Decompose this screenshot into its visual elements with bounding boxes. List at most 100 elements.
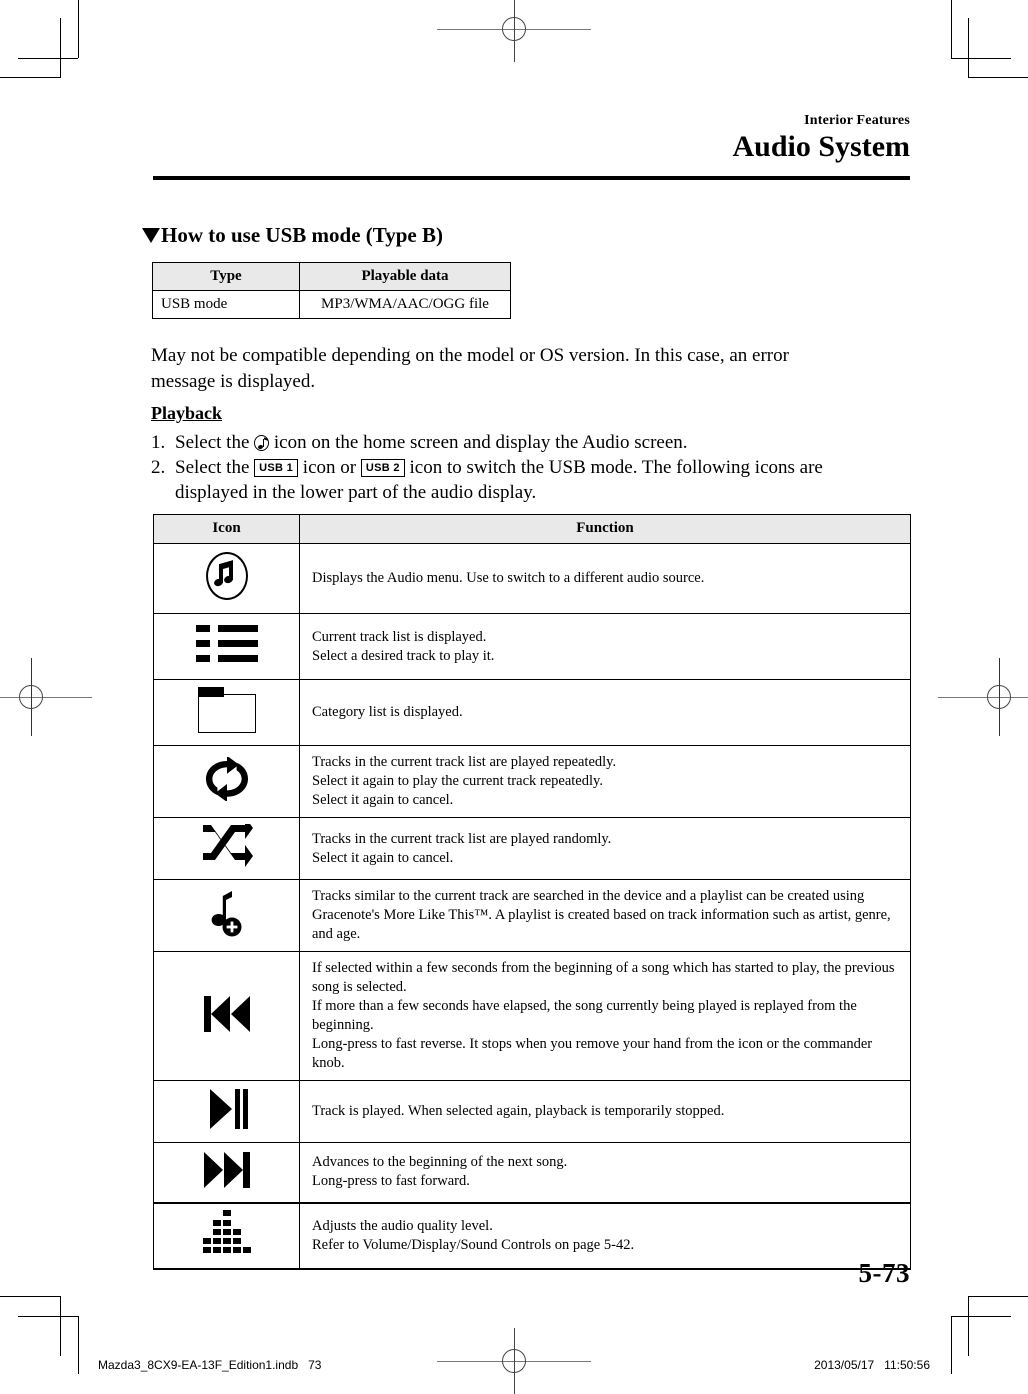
cell-icon xyxy=(153,745,300,818)
function-line: Long-press to fast reverse. It stops whe… xyxy=(312,1036,873,1071)
cell-function: Current track list is displayed. Select … xyxy=(299,613,911,680)
usb-1-icon: USB 1 xyxy=(254,459,299,477)
step-number: 1. xyxy=(151,432,166,453)
cell-function: Tracks in the current track list are pla… xyxy=(299,817,911,880)
function-line: Long-press to fast forward. xyxy=(312,1173,470,1190)
function-line: Adjusts the audio quality level. xyxy=(312,1217,493,1234)
function-line: Track is played. When selected again, pl… xyxy=(312,1103,725,1119)
function-line: Tracks in the current track list are pla… xyxy=(312,830,612,847)
table-row: Tracks similar to the current track are … xyxy=(153,879,911,952)
function-line: Tracks in the current track list are pla… xyxy=(312,754,617,770)
manual-page: Interior Features Audio System How to us… xyxy=(0,0,1028,1394)
table-row: Adjusts the audio quality level. Refer t… xyxy=(153,1201,911,1270)
cell-icon xyxy=(153,679,300,746)
cell-function: Adjusts the audio quality level. Refer t… xyxy=(299,1201,911,1270)
cell-icon xyxy=(153,1142,300,1203)
column-header-type: Type xyxy=(152,262,300,291)
step-text: Select the icon on the home screen and d… xyxy=(175,430,891,455)
step1-pre: Select the xyxy=(175,432,250,453)
footer-timestamp: 2013/05/17 11:50:56 xyxy=(814,1358,930,1372)
list-item: 1. Select the icon on the home screen an… xyxy=(151,430,891,455)
function-line: Tracks similar to the current track are … xyxy=(312,888,891,942)
step-text: Select the USB 1 icon or USB 2 icon to s… xyxy=(175,455,891,505)
function-line: If more than a few seconds have elapsed,… xyxy=(312,998,857,1033)
function-line: Advances to the beginning of the next so… xyxy=(312,1154,568,1171)
cell-function: If selected within a few seconds from th… xyxy=(299,951,911,1081)
step-number: 2. xyxy=(151,457,166,478)
header-rule xyxy=(153,176,910,180)
table-row: Category list is displayed. xyxy=(153,679,911,746)
table-row: Tracks in the current track list are pla… xyxy=(153,817,911,880)
function-line: Select it again to cancel. xyxy=(312,792,454,808)
function-line: Refer to Volume/Display/Sound Controls o… xyxy=(312,1236,635,1253)
play-pause-glyph xyxy=(209,1089,248,1129)
previous-glyph xyxy=(203,995,250,1032)
shuffle-glyph xyxy=(202,817,253,867)
next-track-icon xyxy=(200,1150,254,1190)
more-like-this-icon xyxy=(206,887,248,939)
table-row: Tracks in the current track list are pla… xyxy=(153,745,911,818)
equalizer-icon xyxy=(198,1210,256,1256)
subsection-heading: Playback xyxy=(151,403,223,423)
function-line: If selected within a few seconds from th… xyxy=(312,960,895,995)
previous-track-icon xyxy=(200,994,254,1034)
page-header: Interior Features Audio System xyxy=(153,112,910,164)
column-header-icon: Icon xyxy=(153,514,300,544)
function-line: Select a desired track to play it. xyxy=(312,647,495,664)
section-title-label: How to use USB mode (Type B) xyxy=(161,223,443,247)
folder-icon xyxy=(197,687,256,733)
triangle-down-icon xyxy=(142,228,160,243)
cell-icon xyxy=(153,879,300,952)
step2-pre: Select the xyxy=(175,457,250,478)
header-kicker: Interior Features xyxy=(804,113,910,128)
playable-data-table: Type Playable data USB mode MP3/WMA/AAC/… xyxy=(152,262,511,319)
cell-function: Track is played. When selected again, pl… xyxy=(299,1080,911,1143)
table-row: USB mode MP3/WMA/AAC/OGG file xyxy=(152,290,511,319)
intro-paragraph: May not be compatible depending on the m… xyxy=(151,345,789,392)
function-line: Category list is displayed. xyxy=(312,704,463,720)
function-line: Current track list is displayed. xyxy=(312,628,487,645)
cell-function: Category list is displayed. xyxy=(299,679,911,746)
cell-icon xyxy=(153,1201,300,1270)
circled-music-note-icon xyxy=(204,550,250,602)
table-row last: Advances to the beginning of the next so… xyxy=(153,1142,911,1203)
cell-icon xyxy=(153,817,300,880)
function-line: Displays the Audio menu. Use to switch t… xyxy=(312,570,705,586)
cell-function: Displays the Audio menu. Use to switch t… xyxy=(299,543,911,614)
footer-file-name: Mazda3_8CX9-EA-13F_Edition1.indb 73 xyxy=(98,1358,322,1372)
list-item: 2. Select the USB 1 icon or USB 2 icon t… xyxy=(151,455,891,505)
cell-function: Tracks similar to the current track are … xyxy=(299,879,911,952)
cell-type: USB mode xyxy=(152,290,300,319)
page-title: Audio System xyxy=(732,130,910,163)
cell-icon xyxy=(153,951,300,1081)
table-header-row: Type Playable data xyxy=(152,262,511,291)
usb-2-icon: USB 2 xyxy=(360,459,405,477)
function-line: Select it again to play the current trac… xyxy=(312,773,603,789)
cell-icon xyxy=(153,613,300,680)
table-row: Displays the Audio menu. Use to switch t… xyxy=(153,543,911,614)
music-note-icon xyxy=(254,435,270,451)
step2-mid: icon or xyxy=(302,457,357,478)
step1-post: icon on the home screen and display the … xyxy=(273,432,688,453)
table-row: Track is played. When selected again, pl… xyxy=(153,1080,911,1143)
repeat-icon xyxy=(202,755,252,802)
column-header-function: Function xyxy=(299,514,911,544)
play-pause-icon xyxy=(202,1087,252,1131)
cell-icon xyxy=(153,543,300,614)
table-row: If selected within a few seconds from th… xyxy=(153,951,911,1081)
page-number: 5-73 xyxy=(858,1258,910,1288)
section-title: How to use USB mode (Type B) xyxy=(142,222,443,248)
cell-icon xyxy=(153,1080,300,1143)
note-plus-glyph xyxy=(211,891,241,937)
cell-playable-data: MP3/WMA/AAC/OGG file xyxy=(299,290,511,319)
table-row: Current track list is displayed. Select … xyxy=(153,613,911,680)
next-glyph xyxy=(203,1151,250,1188)
column-header-playable-data: Playable data xyxy=(299,262,511,291)
repeat-glyph xyxy=(205,755,248,802)
icon-function-table: Icon Function Displays the Audio menu. U… xyxy=(153,514,911,1270)
track-list-icon xyxy=(195,623,258,665)
playback-steps: 1. Select the icon on the home screen an… xyxy=(151,430,891,505)
shuffle-icon xyxy=(201,817,253,868)
table-header-row: Icon Function xyxy=(153,514,911,544)
cell-function: Tracks in the current track list are pla… xyxy=(299,745,911,818)
